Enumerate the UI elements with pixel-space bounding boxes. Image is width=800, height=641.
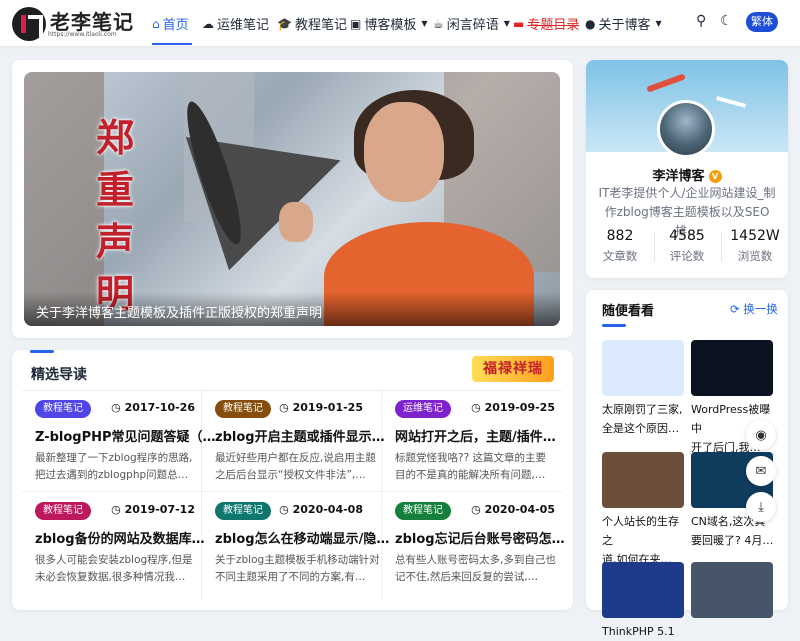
post-title[interactable]: zblog忘记后台账号密码怎… <box>395 528 575 547</box>
random-caption[interactable]: ThinkPHP 5.1 <box>602 622 686 641</box>
profile-name: 李洋博客 V <box>587 165 787 184</box>
cloud-icon: ☁ <box>202 16 214 31</box>
random-caption[interactable]: 太原刚罚了三家, 全是这个原因… <box>602 400 686 438</box>
post-date: ◷ 2019-07-12 <box>111 503 195 516</box>
hero-caption-text: 关于李洋博客主题模板及插件正版授权的郑重声明 <box>36 306 323 321</box>
clock-icon: ◷ <box>279 401 289 414</box>
featured-post[interactable]: 教程笔记 ◷ 2019-01-25 zblog开启主题或插件显示… 最近好些用户都在反… <box>215 400 385 500</box>
clock-icon: ◷ <box>279 503 289 516</box>
post-title[interactable]: Z-blogPHP常见问题答疑（… <box>35 426 215 445</box>
post-date: ◷ 2020-04-08 <box>279 503 363 516</box>
graduation-cap-icon: 🎓 <box>277 16 292 31</box>
search-icon[interactable]: ⚲ <box>696 13 706 29</box>
site-logo[interactable]: 老李笔记 https://www.itlaoli.com <box>12 5 133 41</box>
post-excerpt: 最近好些用户都在反应,说启用主题 之后后台显示“授权文件非法”,… <box>215 452 376 481</box>
clock-icon: ◷ <box>471 401 481 414</box>
book-icon: ▬ <box>513 16 525 31</box>
chevron-down-icon: ▼ <box>421 19 428 28</box>
home-icon: ⌂ <box>152 16 160 31</box>
featured-post[interactable]: 教程笔记 ◷ 2020-04-05 zblog忘记后台账号密码怎… 总有些人账号密码太… <box>395 502 565 602</box>
featured-title: 精选导读 <box>31 367 87 383</box>
refresh-button[interactable]: ⟳ 换一换 <box>730 301 778 317</box>
featured-post[interactable]: 运维笔记 ◷ 2019-09-25 网站打开之后，主题/插件… 标题党怪我咯?? 这篇… <box>395 400 556 500</box>
post-date: ◷ 2019-01-25 <box>279 401 363 414</box>
clock-icon: ◷ <box>111 401 121 414</box>
download-icon[interactable]: ⤓ <box>746 492 776 522</box>
featured-post[interactable]: 教程笔记 ◷ 2019-07-12 zblog备份的网站及数据库… 很多人可能会安装z… <box>35 502 205 602</box>
random-thumbnail[interactable] <box>602 452 684 508</box>
category-tag[interactable]: 教程笔记 <box>215 502 271 520</box>
random-caption[interactable]: 个人站长的生存之 道,如何在夹… <box>602 512 686 569</box>
clock-icon: ◷ <box>111 503 121 516</box>
random-thumbnail[interactable] <box>691 340 773 396</box>
avatar[interactable] <box>657 100 715 158</box>
hero-title: 郑重声明 <box>95 116 134 316</box>
logo-url: https://www.itlaoli.com <box>48 31 117 38</box>
refresh-icon: ⟳ <box>730 302 740 316</box>
post-date: ◷ 2017-10-26 <box>111 401 195 414</box>
user-icon: ● <box>585 16 596 31</box>
post-excerpt: 很多人可能会安装zblog程序,但是 未必会恢复数据,很多种情况我… <box>35 554 193 583</box>
category-tag[interactable]: 运维笔记 <box>395 400 451 418</box>
logo-icon <box>12 7 46 41</box>
random-thumbnail[interactable] <box>602 562 684 618</box>
nav-item-about[interactable]: ● 关于博客 ▼ <box>585 14 662 34</box>
post-title[interactable]: zblog怎么在移动端显示/隐… <box>215 528 395 547</box>
section-accent-bar <box>30 350 54 353</box>
folder-icon: ▣ <box>350 16 362 31</box>
verified-badge-icon: V <box>708 170 722 183</box>
category-tag[interactable]: 教程笔记 <box>395 502 451 520</box>
stat-comments: 4585 评论数 <box>669 228 705 263</box>
moon-icon[interactable]: ☾ <box>720 13 733 29</box>
post-title[interactable]: 网站打开之后，主题/插件… <box>395 426 575 445</box>
hero-caption[interactable]: 关于李洋博客主题模板及插件正版授权的郑重声明 <box>24 292 560 326</box>
featured-badge: 福禄祥瑞 <box>472 356 554 382</box>
nav-item-tutorials[interactable]: 🎓 教程笔记 <box>277 14 347 34</box>
post-title[interactable]: zblog备份的网站及数据库… <box>35 528 215 547</box>
post-excerpt: 最新整理了一下zblog程序的思路, 把过去遇到的zblogphp问题总… <box>35 452 193 481</box>
post-excerpt: 关于zblog主题模板手机移动端针对 不同主题采用了不同的方案,有… <box>215 554 380 583</box>
post-date: ◷ 2019-09-25 <box>471 401 555 414</box>
section-accent-bar <box>602 324 626 327</box>
post-excerpt: 标题党怪我咯?? 这篇文章的主要 目的不是真的能解决所有问题,… <box>395 452 546 481</box>
category-tag[interactable]: 教程笔记 <box>215 400 271 418</box>
random-title: 随便看看 <box>602 304 655 319</box>
coffee-icon: ☕ <box>433 16 444 31</box>
post-excerpt: 总有些人账号密码太多,多到自己也 记不住,然后来回反复的尝试,… <box>395 554 556 583</box>
featured-post[interactable]: 教程笔记 ◷ 2017-10-26 Z-blogPHP常见问题答疑（… 最新整理了一下… <box>35 400 215 500</box>
nav-item-chat[interactable]: ☕ 闲言碎语 ▼ <box>433 14 510 34</box>
stat-views: 1452W 浏览数 <box>730 228 780 263</box>
post-date: ◷ 2020-04-05 <box>471 503 555 516</box>
random-thumbnail[interactable] <box>691 562 773 618</box>
chevron-down-icon: ▼ <box>503 19 510 28</box>
qq-icon[interactable]: ◉ <box>746 420 776 450</box>
wechat-icon[interactable]: ✉ <box>746 456 776 486</box>
chevron-down-icon: ▼ <box>655 19 662 28</box>
featured-post[interactable]: 教程笔记 ◷ 2020-04-08 zblog怎么在移动端显示/隐… 关于zblog主… <box>215 502 389 602</box>
random-thumbnail[interactable] <box>602 340 684 396</box>
nav-item-topics[interactable]: ▬ 专题目录 <box>513 14 579 34</box>
traditional-chinese-button[interactable]: 繁体 <box>746 12 778 32</box>
nav-item-ops[interactable]: ☁ 运维笔记 <box>202 14 269 34</box>
nav-item-home[interactable]: ⌂ 首页 <box>152 14 189 34</box>
category-tag[interactable]: 教程笔记 <box>35 400 91 418</box>
clock-icon: ◷ <box>471 503 481 516</box>
nav-active-underline <box>152 43 192 45</box>
nav-item-templates[interactable]: ▣ 博客模板 ▼ <box>350 14 428 34</box>
category-tag[interactable]: 教程笔记 <box>35 502 91 520</box>
stat-articles: 882 文章数 <box>602 228 638 263</box>
post-title[interactable]: zblog开启主题或插件显示… <box>215 426 395 445</box>
